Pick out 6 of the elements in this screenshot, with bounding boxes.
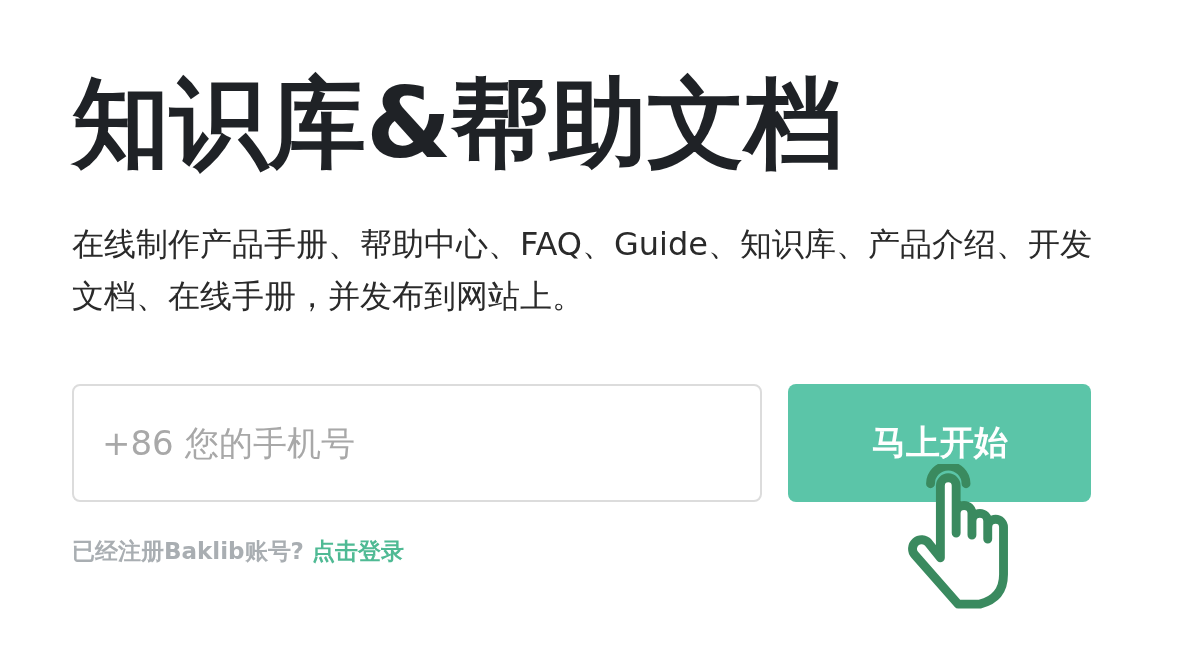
start-button[interactable]: 马上开始 [788,384,1091,502]
phone-input-field[interactable]: +86 您的手机号 [72,384,762,502]
description-text: 在线制作产品手册、帮助中心、FAQ、Guide、知识库、产品介绍、开发文档、在线手册，并发布到网站上。 [72,224,1093,317]
page-title: 知识库&帮助文档 [72,65,845,182]
login-prompt-text: 已经注册Baklib账号? [72,537,304,566]
login-link[interactable]: 点击登录 [311,536,404,567]
